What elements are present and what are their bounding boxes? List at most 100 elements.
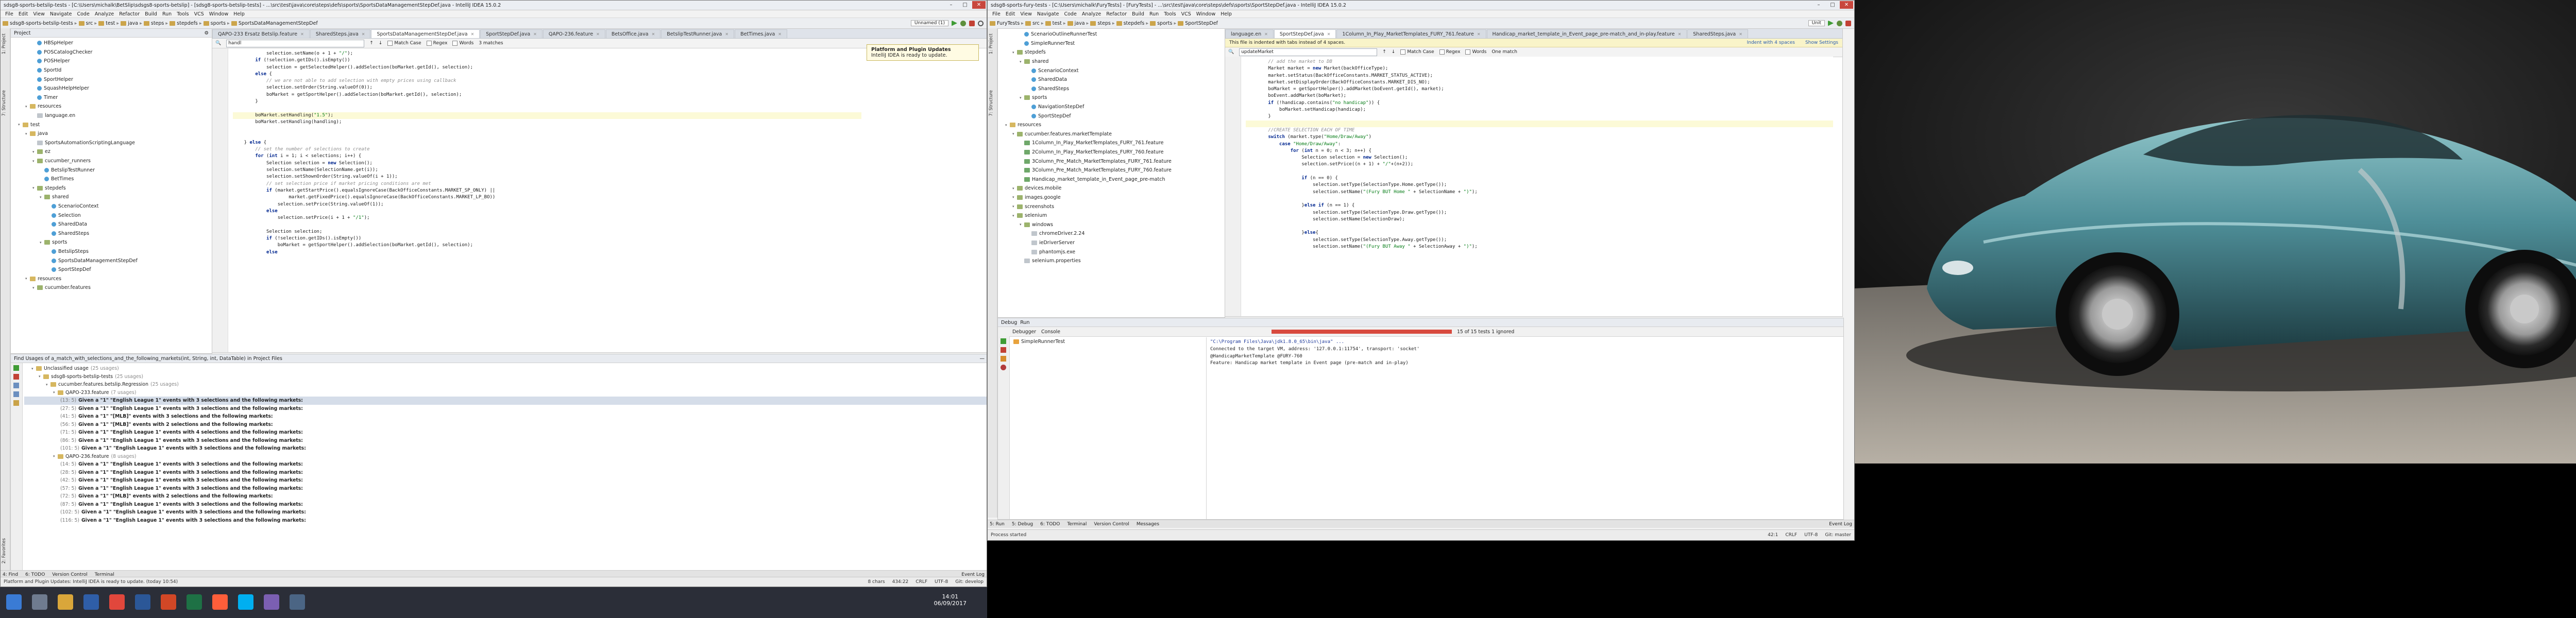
usage-row[interactable]: (102: 5) Given a "1" "English League 1" e… xyxy=(24,508,987,517)
regex-checkbox[interactable]: Regex xyxy=(426,41,447,46)
tree-item[interactable]: ScenarioOutlineRunnerTest xyxy=(998,30,1225,39)
tree-item[interactable]: SportStepDef xyxy=(998,111,1225,121)
tree-item[interactable]: SportHelper xyxy=(11,75,212,84)
usage-row[interactable]: (14: 5) Given a "1" "English League 1" ev… xyxy=(24,460,987,469)
menu-help[interactable]: Help xyxy=(231,11,247,17)
menu-file[interactable]: File xyxy=(3,11,16,17)
tool-window-tab[interactable]: 6: TODO xyxy=(1040,522,1060,527)
tool-window-tab[interactable]: 6: TODO xyxy=(25,572,45,577)
tree-item[interactable]: ▾ shared xyxy=(998,57,1225,66)
usage-row[interactable]: (101: 5) Given a "1" "English League 1" e… xyxy=(24,444,987,453)
breadcrumb-item[interactable]: SportsDataManagementStepDef xyxy=(231,21,318,26)
debug-config-label[interactable]: Run xyxy=(1020,320,1029,325)
tree-item[interactable]: ▾ sports xyxy=(11,238,212,247)
tree-item[interactable]: POSHelper xyxy=(11,57,212,66)
expand-arrow-icon[interactable]: ▾ xyxy=(39,374,43,379)
tool-window-tab[interactable]: Version Control xyxy=(52,572,88,577)
tree-item[interactable]: ▾ screenshots xyxy=(998,202,1225,211)
usage-row[interactable]: (72: 5) Given a "1" "[MLB]" events with 2… xyxy=(24,492,987,501)
menu-vcs[interactable]: VCS xyxy=(192,11,207,17)
menu-tools[interactable]: Tools xyxy=(1161,11,1178,17)
tree-item[interactable]: chromeDriver.2.24 xyxy=(998,229,1225,238)
match-case-checkbox[interactable]: Match Case xyxy=(1400,49,1434,55)
expand-arrow-icon[interactable]: ▾ xyxy=(1020,96,1024,100)
structure-tool-tab[interactable]: 7: Structure xyxy=(2,90,7,116)
menu-view[interactable]: View xyxy=(30,11,47,17)
tree-item[interactable]: Selection xyxy=(11,211,212,220)
expand-arrow-icon[interactable]: ▾ xyxy=(46,383,50,387)
stop-icon[interactable] xyxy=(969,20,975,26)
system-clock[interactable]: 14:01 06/09/2017 xyxy=(934,593,967,607)
editor-tab[interactable]: BetTimes.java ✕ xyxy=(735,29,787,38)
excel-icon[interactable] xyxy=(187,594,202,610)
start-button[interactable] xyxy=(6,594,22,610)
close-tab-icon[interactable]: ✕ xyxy=(596,32,600,37)
runner-item[interactable]: SimpleRunnerTest xyxy=(1021,339,1065,345)
menu-navigate[interactable]: Navigate xyxy=(47,11,75,17)
tree-item[interactable]: BetTimes xyxy=(11,175,212,184)
tree-item[interactable]: 1Column_In_Play_MarketTemplates_FURY_761… xyxy=(998,139,1225,148)
expand-arrow-icon[interactable]: ▾ xyxy=(1005,123,1010,127)
close-tab-icon[interactable]: ✕ xyxy=(725,32,728,37)
breadcrumb-item[interactable]: sdsg8-sports-betslip-tests xyxy=(3,21,73,26)
tree-item[interactable]: 2Column_In_Play_MarketTemplates_FURY_760… xyxy=(998,148,1225,157)
debug-icon[interactable] xyxy=(1837,20,1842,26)
minimize-button[interactable]: – xyxy=(1812,1,1825,9)
editor-tab[interactable]: SharedSteps.java ✕ xyxy=(310,29,371,38)
tree-item[interactable]: ▾ shared xyxy=(11,193,212,202)
breadcrumb-item[interactable]: steps xyxy=(143,21,164,26)
hide-panel-icon[interactable]: — xyxy=(980,356,985,362)
intellij-icon[interactable] xyxy=(212,594,228,610)
close-tab-icon[interactable]: ✕ xyxy=(362,32,365,37)
tree-item[interactable]: HBSpHelper xyxy=(11,39,212,48)
tree-item[interactable]: ▾ resources xyxy=(11,274,212,283)
tree-item[interactable]: SharedData xyxy=(998,75,1225,84)
tree-item[interactable]: NavigationStepDef xyxy=(998,102,1225,112)
run-icon[interactable] xyxy=(952,20,957,26)
editor-tab[interactable]: BetslipTestRunner.java ✕ xyxy=(661,29,735,38)
gear-icon[interactable]: ⚙ xyxy=(204,30,209,36)
task-view-icon[interactable] xyxy=(32,594,47,610)
tree-item[interactable]: ▾ test xyxy=(11,120,212,129)
usage-row[interactable]: (27: 5) Given a "1" "English League 1" ev… xyxy=(24,405,987,413)
tree-item[interactable]: selenium.properties xyxy=(998,256,1225,266)
tree-item[interactable]: SharedSteps xyxy=(998,84,1225,94)
collapse-all-icon[interactable] xyxy=(13,391,19,397)
editor-tab[interactable]: Handicap_market_template_in_Event_page_p… xyxy=(1486,29,1687,38)
maximize-button[interactable]: □ xyxy=(1826,1,1839,9)
expand-arrow-icon[interactable]: ▾ xyxy=(31,367,36,371)
tree-item[interactable]: SharedSteps xyxy=(11,229,212,238)
menu-view[interactable]: View xyxy=(1018,11,1035,17)
usage-row[interactable]: (86: 5) Given a "1" "English League 1" ev… xyxy=(24,437,987,445)
usage-row[interactable]: (87: 5) Given a "1" "English League 1" ev… xyxy=(24,501,987,509)
expand-arrow-icon[interactable]: ▾ xyxy=(25,105,30,109)
tool-window-tab[interactable]: 4: Find xyxy=(3,572,18,577)
left-find-input[interactable]: handl xyxy=(226,39,365,47)
status-item[interactable]: UTF-8 xyxy=(1804,533,1818,538)
breadcrumb-item[interactable]: stepdefs xyxy=(170,21,198,26)
breadcrumb-item[interactable]: test xyxy=(1045,21,1062,26)
usage-row[interactable]: (13: 5) Given a "1" "English League 1" ev… xyxy=(24,397,987,405)
event-log-tab[interactable]: Event Log xyxy=(1829,522,1852,527)
chrome-icon[interactable] xyxy=(109,594,125,610)
editor-tab[interactable]: SportStepDef.java ✕ xyxy=(1274,29,1336,38)
tree-item[interactable]: ▾ selenium xyxy=(998,211,1225,220)
rerun-icon[interactable] xyxy=(13,365,19,371)
tree-item[interactable]: ▾ sports xyxy=(998,93,1225,102)
tree-item[interactable]: SportsDataManagementStepDef xyxy=(11,256,212,265)
project-tool-tab[interactable]: 1: Project xyxy=(2,33,7,54)
close-tab-icon[interactable]: ✕ xyxy=(1477,32,1481,37)
usage-row[interactable]: (56: 5) Given a "1" "[MLB]" events with 2… xyxy=(24,421,987,429)
group-by-icon[interactable] xyxy=(13,400,19,406)
expand-arrow-icon[interactable]: ▾ xyxy=(53,390,58,394)
usage-row[interactable]: ▾ QAPO-233.feature (7 usages) xyxy=(24,389,987,397)
tree-item[interactable]: ▾ cucumber_runners xyxy=(11,157,212,166)
breadcrumb-item[interactable]: java xyxy=(1067,21,1085,26)
tree-item[interactable]: ▾ resources xyxy=(11,102,212,111)
expand-all-icon[interactable] xyxy=(13,383,19,388)
breadcrumb-item[interactable]: stepdefs xyxy=(1116,21,1144,26)
tree-item[interactable]: ▾ resources xyxy=(998,121,1225,130)
left-code-editor[interactable]: selection.setName(o + 1 + "/"); if (!sel… xyxy=(212,48,861,352)
menu-build[interactable]: Build xyxy=(1129,11,1147,17)
find-prev-icon[interactable]: ↑ xyxy=(369,41,374,46)
